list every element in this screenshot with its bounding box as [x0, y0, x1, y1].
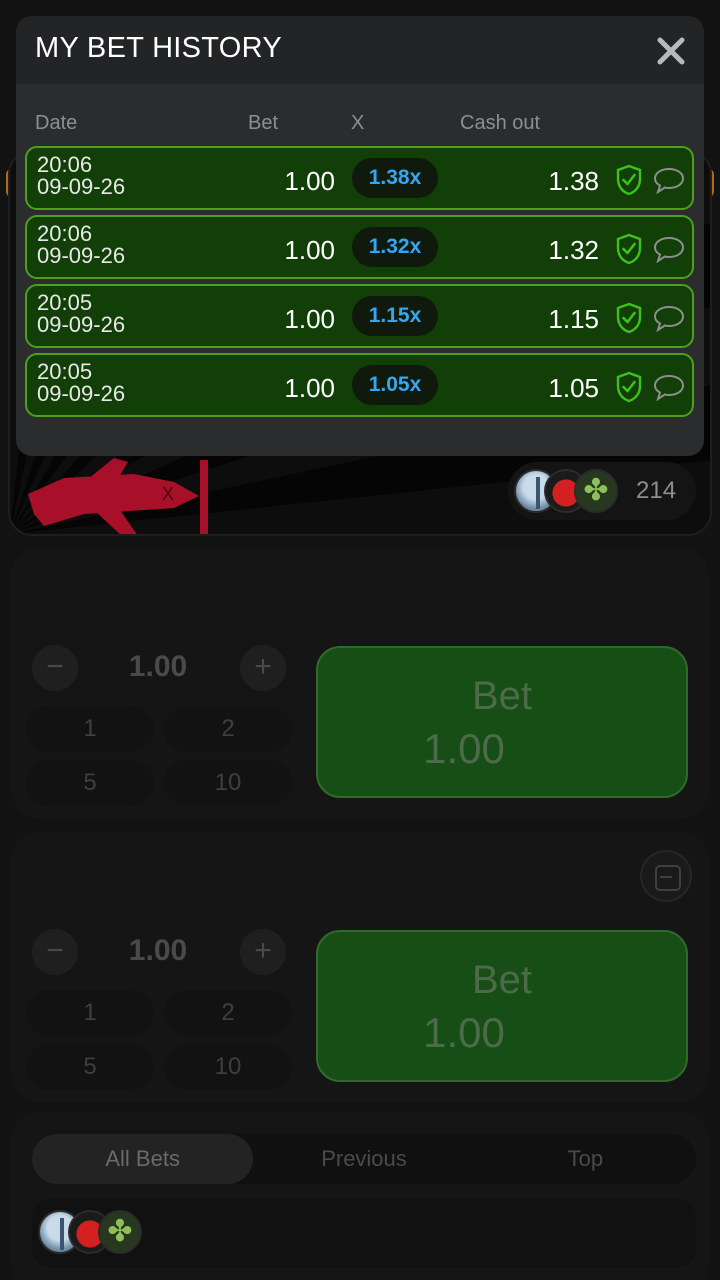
row-datetime: 20:05 09-09-26 [37, 292, 125, 336]
bet-button-label: Bet [471, 958, 533, 1002]
bet-history-modal: MY BET HISTORY Date Bet X Cash out 20:06… [16, 16, 704, 456]
row-multiplier: 1.05x [352, 365, 438, 405]
bet-button[interactable]: Bet 1.00 [316, 646, 688, 798]
share-chat-icon[interactable] [653, 304, 685, 332]
row-cashout: 1.05 [548, 373, 599, 403]
quick-amount-button[interactable]: 5 [26, 760, 154, 806]
bets-section: All Bets Previous Top ✤ [10, 1112, 710, 1280]
row-datetime: 20:06 09-09-26 [37, 154, 125, 198]
increase-amount-button[interactable]: + [240, 929, 286, 975]
provably-fair-shield-icon[interactable] [615, 371, 643, 403]
row-bet: 1.00 [284, 304, 335, 334]
share-chat-icon[interactable] [653, 373, 685, 401]
players-count: 214 [636, 477, 677, 504]
bet-amount[interactable]: 1.00 [98, 650, 218, 684]
avatars: ✤ [38, 1210, 142, 1254]
close-icon[interactable] [656, 36, 686, 66]
row-date: 09-09-26 [37, 174, 126, 199]
provably-fair-shield-icon[interactable] [615, 233, 643, 265]
bet-button-value: 1.00 [423, 1009, 505, 1056]
row-datetime: 20:06 09-09-26 [37, 223, 125, 267]
row-cashout: 1.38 [548, 166, 599, 196]
bets-list-item: ✤ [32, 1198, 696, 1268]
row-cashout: 1.15 [548, 304, 599, 334]
provably-fair-shield-icon[interactable] [615, 302, 643, 334]
row-bet: 1.00 [284, 166, 335, 196]
increase-amount-button[interactable]: + [240, 645, 286, 691]
share-chat-icon[interactable] [653, 166, 685, 194]
row-date: 09-09-26 [37, 381, 126, 406]
tab-all-bets[interactable]: All Bets [32, 1134, 254, 1184]
bet-amount[interactable]: 1.00 [98, 934, 218, 968]
provably-fair-shield-icon[interactable] [615, 164, 643, 196]
column-header-bet: Bet [248, 112, 279, 134]
decrease-amount-button[interactable]: − [32, 929, 78, 975]
share-chat-icon[interactable] [653, 235, 685, 263]
quick-amount-button[interactable]: 1 [26, 990, 154, 1036]
quick-amount-button[interactable]: 1 [26, 706, 154, 752]
tab-top[interactable]: Top [475, 1134, 696, 1184]
bet-button[interactable]: Bet 1.00 [316, 930, 688, 1082]
row-multiplier: 1.38x [352, 158, 438, 198]
avatar: ✤ [98, 1210, 142, 1254]
row-multiplier: 1.15x [352, 296, 438, 336]
online-players: ✤ 214 [508, 462, 696, 520]
bet-button-label: Bet [471, 674, 533, 718]
quick-amount-button[interactable]: 5 [26, 1044, 154, 1090]
history-row[interactable]: 20:06 09-09-26 1.00 1.32x 1.32 [25, 215, 694, 279]
bets-tabs: All Bets Previous Top [32, 1134, 696, 1184]
row-bet: 1.00 [284, 373, 335, 403]
row-bet: 1.00 [284, 235, 335, 265]
column-header-x: X [351, 112, 365, 134]
modal-header: MY BET HISTORY [16, 16, 704, 84]
history-row[interactable]: 20:06 09-09-26 1.00 1.38x 1.38 [25, 146, 694, 210]
modal-title: MY BET HISTORY [35, 32, 283, 64]
row-multiplier: 1.32x [352, 227, 438, 267]
row-date: 09-09-26 [37, 312, 126, 337]
decrease-amount-button[interactable]: − [32, 645, 78, 691]
row-datetime: 20:05 09-09-26 [37, 361, 125, 405]
row-date: 09-09-26 [37, 243, 126, 268]
avatar: ✤ [574, 469, 618, 513]
svg-text:X: X [162, 484, 174, 504]
column-header-date: Date [35, 112, 78, 134]
history-row[interactable]: 20:05 09-09-26 1.00 1.05x 1.05 [25, 353, 694, 417]
bet-button-value: 1.00 [423, 725, 505, 772]
remove-panel-button[interactable] [640, 850, 692, 902]
column-header-cashout: Cash out [460, 112, 541, 134]
tab-previous[interactable]: Previous [253, 1134, 474, 1184]
plane-icon: X [28, 458, 208, 534]
history-row[interactable]: 20:05 09-09-26 1.00 1.15x 1.15 [25, 284, 694, 348]
row-cashout: 1.32 [548, 235, 599, 265]
